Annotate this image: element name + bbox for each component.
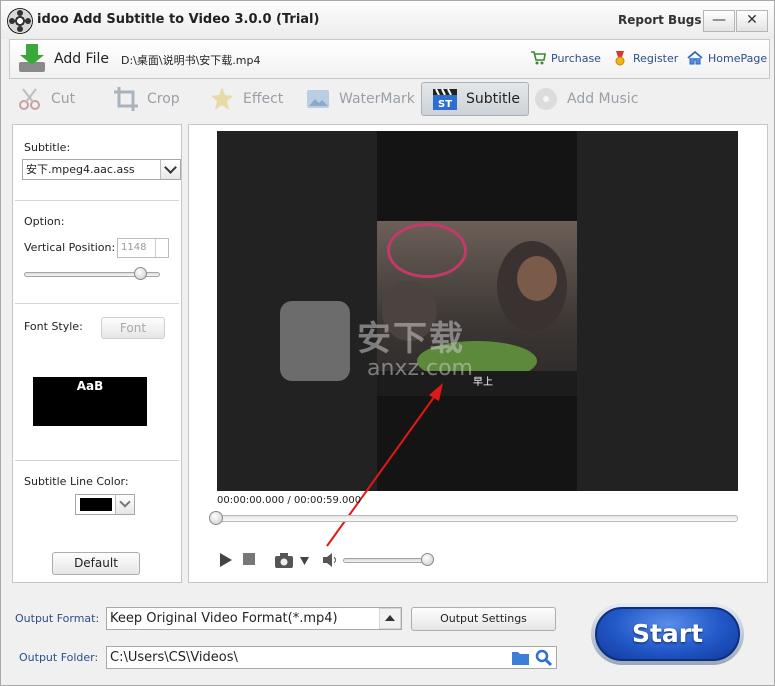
- vertical-position-stepper[interactable]: 1148: [117, 238, 169, 258]
- seek-handle[interactable]: [209, 511, 223, 525]
- tool-watermark-label: WaterMark: [339, 91, 415, 107]
- output-settings-button[interactable]: Output Settings: [411, 607, 556, 631]
- option-label: Option:: [24, 215, 65, 228]
- divider: [15, 460, 179, 461]
- font-preview: AaB: [33, 377, 147, 426]
- output-folder-label: Output Folder:: [19, 651, 99, 664]
- time-separator: /: [287, 495, 291, 506]
- play-icon[interactable]: [219, 553, 233, 567]
- purchase-label: Purchase: [551, 51, 601, 65]
- app-window: idoo Add Subtitle to Video 3.0.0 (Trial)…: [0, 0, 775, 686]
- sparkle-effect-icon: [211, 87, 233, 110]
- camera-snapshot-icon[interactable]: [275, 553, 295, 568]
- video-preview: 早上 安下载 anxz.com: [217, 131, 738, 547]
- title-bar: idoo Add Subtitle to Video 3.0.0 (Trial)…: [1, 1, 774, 39]
- subtitle-label: Subtitle:: [24, 141, 71, 154]
- chevron-up-icon[interactable]: [379, 608, 401, 629]
- default-button[interactable]: Default: [52, 552, 140, 575]
- minimize-button[interactable]: —: [703, 10, 735, 32]
- vertical-position-slider-handle[interactable]: [133, 267, 147, 280]
- watermark-text: 安下载: [357, 319, 465, 359]
- add-file-button[interactable]: Add File: [18, 44, 109, 74]
- search-icon[interactable]: [535, 649, 553, 667]
- add-file-label: Add File: [54, 51, 109, 67]
- output-folder-field[interactable]: C:\Users\CS\Videos\: [106, 646, 557, 669]
- current-time: 00:00:00.000: [217, 495, 285, 506]
- output-format-select[interactable]: Keep Original Video Format(*.mp4): [106, 607, 402, 630]
- tool-subtitle[interactable]: ST Subtitle: [421, 82, 530, 116]
- watermark-icon: [307, 90, 329, 108]
- tool-crop-label: Crop: [147, 91, 180, 107]
- divider: [15, 303, 179, 304]
- chevron-down-icon[interactable]: [300, 557, 309, 565]
- volume-slider[interactable]: [343, 558, 429, 563]
- tool-effect-label: Effect: [243, 91, 284, 107]
- medal-icon: [615, 51, 625, 66]
- homepage-link[interactable]: HomePage: [687, 50, 767, 66]
- start-button-label: Start: [595, 607, 740, 661]
- close-button[interactable]: ✕: [736, 10, 768, 32]
- subtitle-settings-panel: Subtitle: 安下.mpeg4.aac.ass Option: Verti…: [12, 124, 182, 583]
- report-bugs-link[interactable]: Report Bugs: [618, 13, 701, 27]
- subtitle-file-value: 安下.mpeg4.aac.ass: [26, 163, 135, 176]
- font-button[interactable]: Font: [101, 317, 165, 339]
- chevron-down-icon[interactable]: [160, 160, 180, 179]
- tool-add-music-label: Add Music: [567, 91, 639, 107]
- register-label: Register: [633, 51, 679, 65]
- subtitle-file-select[interactable]: 安下.mpeg4.aac.ass: [22, 159, 181, 180]
- preview-panel: 早上 安下载 anxz.com 00:00:00.000 / 00:00:59.…: [188, 124, 768, 583]
- edit-tools-bar: Cut Crop Effect WaterMark ST Subtitle Ad…: [9, 79, 770, 121]
- output-folder-value: C:\Users\CS\Videos\: [110, 650, 238, 665]
- tool-cut[interactable]: Cut: [17, 82, 75, 116]
- stepper-down-icon[interactable]: [155, 248, 168, 257]
- add-file-icon: [18, 44, 46, 74]
- time-readout: 00:00:00.000 / 00:00:59.000: [217, 495, 361, 506]
- watermark-logo: [280, 301, 350, 381]
- seek-bar[interactable]: [217, 515, 738, 522]
- subtitle-clapper-icon: ST: [433, 88, 457, 110]
- vertical-position-value: 1148: [121, 242, 147, 253]
- vertical-position-label: Vertical Position:: [24, 241, 116, 254]
- svg-text:ST: ST: [438, 99, 452, 110]
- subtitle-line-color-label: Subtitle Line Color:: [24, 475, 129, 488]
- scissors-icon: [19, 88, 40, 110]
- divider: [15, 200, 179, 201]
- tool-effect[interactable]: Effect: [209, 82, 283, 116]
- homepage-label: HomePage: [708, 51, 768, 65]
- tool-watermark[interactable]: WaterMark: [305, 82, 415, 116]
- window-title: idoo Add Subtitle to Video 3.0.0 (Trial): [37, 12, 320, 27]
- crop-icon: [114, 87, 138, 111]
- file-toolbar: Add File D:\桌面\说明书\安下载.mp4 Purchase Regi…: [9, 39, 770, 79]
- cart-icon: [531, 51, 546, 65]
- app-logo-icon: [7, 8, 33, 34]
- tool-cut-label: Cut: [51, 91, 76, 107]
- output-format-value: Keep Original Video Format(*.mp4): [110, 611, 338, 626]
- purchase-link[interactable]: Purchase: [530, 50, 601, 66]
- folder-icon[interactable]: [512, 650, 530, 665]
- total-time: 00:00:59.000: [293, 495, 362, 506]
- font-style-label: Font Style:: [24, 320, 83, 333]
- subtitle-line-color-picker[interactable]: [75, 494, 135, 515]
- red-arrow-annotation: [326, 383, 443, 547]
- current-file-path: D:\桌面\说明书\安下载.mp4: [121, 54, 261, 67]
- color-swatch: [80, 498, 112, 511]
- tool-crop[interactable]: Crop: [113, 82, 180, 116]
- register-link[interactable]: Register: [612, 50, 678, 66]
- stepper-up-icon[interactable]: [155, 239, 168, 248]
- volume-icon[interactable]: [323, 553, 339, 567]
- start-button[interactable]: Start: [591, 603, 744, 665]
- chevron-down-icon[interactable]: [115, 495, 134, 514]
- output-format-label: Output Format:: [15, 612, 100, 625]
- subtitle-overlay-text: 早上: [473, 377, 493, 388]
- home-icon: [687, 50, 703, 65]
- music-disc-icon: [535, 88, 557, 110]
- stop-icon[interactable]: [243, 553, 256, 566]
- tool-add-music[interactable]: Add Music: [533, 82, 638, 116]
- tool-subtitle-label: Subtitle: [466, 91, 521, 107]
- volume-slider-handle[interactable]: [421, 553, 434, 566]
